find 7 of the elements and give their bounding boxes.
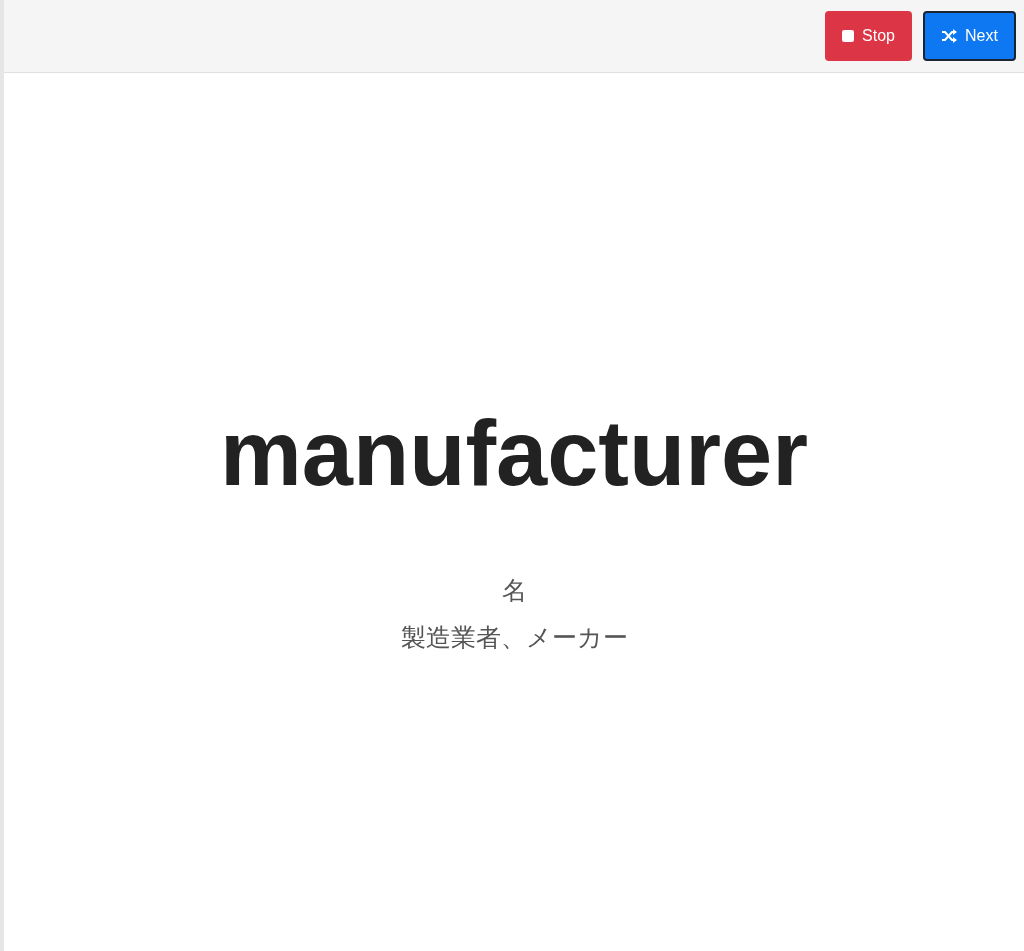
stop-icon [842,30,855,42]
stop-button[interactable]: Stop [825,11,912,61]
meaning: 製造業者、メーカー [400,622,628,654]
next-button[interactable]: Next [923,11,1016,61]
part-of-speech: 名 [501,575,527,607]
shuffle-icon [941,29,958,43]
word: manufacturer [220,403,808,505]
